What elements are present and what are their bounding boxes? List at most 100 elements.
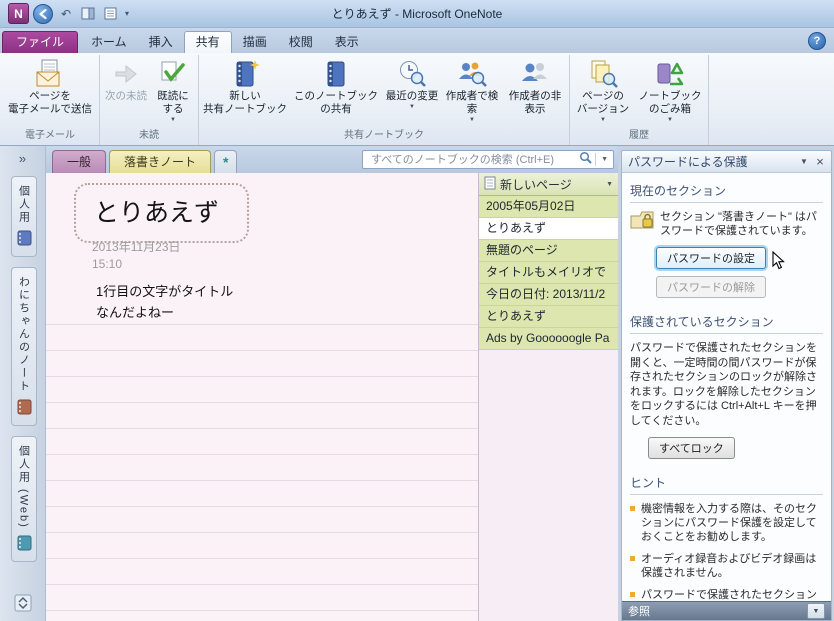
hint-item: 機密情報を入力する際は、そのセクションにパスワード保護を設定しておくことをお勧め… <box>630 502 823 544</box>
remove-password-button[interactable]: パスワードの解除 <box>656 276 766 298</box>
find-by-author-button[interactable]: 作成者で検索 ▼ <box>441 55 503 129</box>
body-line: 1行目の文字がタイトル <box>96 284 234 299</box>
ribbon-group-shared-notebooks: 新しい 共有ノートブック このノートブック の共有 最近の変更 ▼ 作成者で検索… <box>199 55 570 145</box>
notebook-tab-label: 個人用 <box>17 185 30 224</box>
tab-file[interactable]: ファイル <box>2 31 79 53</box>
help-icon[interactable]: ? <box>808 32 826 50</box>
page-tab[interactable]: 無題のページ <box>479 240 618 262</box>
section-tab-general[interactable]: 一般 <box>52 150 107 173</box>
new-section-icon[interactable]: * <box>214 150 238 173</box>
ribbon-tab-bar: ファイル ホーム 挿入 共有 描画 校閲 表示 ? <box>0 28 834 53</box>
page-tabs-column: 新しいページ ▼ 2005年05月02日 とりあえず 無題のページ タイトルもメ… <box>478 173 618 621</box>
page-canvas[interactable]: とりあえず 2013年11月23日 15:10 1行目の文字がタイトル なんだよ… <box>46 173 478 621</box>
task-pane-title: パスワードによる保護 <box>628 155 748 169</box>
tab-share[interactable]: 共有 <box>183 31 232 53</box>
page-tab[interactable]: 今日の日付: 2013/11/2 <box>479 284 618 306</box>
page-tab[interactable]: Ads by Goooooogle Pa <box>479 328 618 350</box>
new-page-dropdown-icon[interactable]: ▼ <box>606 181 613 188</box>
button-label: 次の未読 <box>105 90 147 102</box>
tab-home[interactable]: ホーム <box>80 32 138 53</box>
qat-dropdown-icon[interactable]: ▾ <box>123 9 131 18</box>
search-scope-dropdown-icon[interactable]: ▼ <box>599 156 610 163</box>
tab-insert[interactable]: 挿入 <box>138 32 184 53</box>
button-label: ページの バージョン <box>576 90 630 115</box>
nav-resize-icon[interactable] <box>14 594 32 617</box>
protected-sections-header: 保護されているセクション <box>630 310 823 334</box>
scroll-down-icon[interactable]: ▼ <box>807 603 825 619</box>
current-section-status: セクション "落書きノート" はパスワードで保護されています。 <box>630 210 823 238</box>
share-notebook-icon <box>321 59 351 90</box>
bullet-icon <box>630 556 635 561</box>
pane-close-icon[interactable]: × <box>812 154 828 170</box>
dropdown-caret-icon: ▼ <box>600 117 606 123</box>
back-icon[interactable] <box>33 3 53 24</box>
send-page-by-email-button[interactable]: ページを 電子メールで送信 <box>3 55 97 129</box>
see-also-bar[interactable]: 参照 ▼ <box>622 601 831 620</box>
ribbon-group-unread: 次の未読 既読に する ▼ 未読 <box>100 55 199 145</box>
page-title[interactable]: とりあえず <box>74 183 250 243</box>
tab-review[interactable]: 校閲 <box>278 32 324 53</box>
hide-authors-button[interactable]: 作成者の非表示 <box>503 55 567 129</box>
button-label: ページを 電子メールで送信 <box>8 90 92 115</box>
new-shared-notebook-button[interactable]: 新しい 共有ノートブック <box>201 55 289 129</box>
password-protection-pane: パスワードによる保護 ▼ × 現在のセクション セクション "落書きノート" は… <box>618 146 834 621</box>
tab-view[interactable]: 表示 <box>324 32 370 53</box>
recent-edits-button[interactable]: 最近の変更 ▼ <box>383 55 441 129</box>
group-label-shared-notebooks: 共有ノートブック <box>344 130 424 141</box>
page-tab[interactable]: 2005年05月02日 <box>479 196 618 218</box>
rule-lines <box>46 299 478 621</box>
notebook-nav-strip: » 個人用 わにちゃんのノート 個人用 (Web) <box>0 146 46 621</box>
password-buttons: パスワードの設定 パスワードの解除 <box>656 247 823 298</box>
dropdown-caret-icon: ▼ <box>409 104 415 110</box>
section-tab-rakugaki[interactable]: 落書きノート <box>109 150 212 173</box>
content-row: とりあえず 2013年11月23日 15:10 1行目の文字がタイトル なんだよ… <box>46 173 618 621</box>
page-tab-selected[interactable]: とりあえず <box>479 218 618 240</box>
notebook-recycle-bin-button[interactable]: ノートブック のごみ箱 ▼ <box>634 55 706 129</box>
recycle-bin-icon <box>655 59 685 90</box>
notebook-tab-personal-web[interactable]: 個人用 (Web) <box>10 436 37 562</box>
lock-all-button[interactable]: すべてロック <box>648 437 735 459</box>
hint-text: 機密情報を入力する際は、そのセクションにパスワード保護を設定しておくことをお勧め… <box>641 503 817 543</box>
dock-to-desktop-icon[interactable] <box>79 5 97 22</box>
new-page-button[interactable]: 新しいページ ▼ <box>479 173 618 196</box>
pane-menu-icon[interactable]: ▼ <box>796 154 812 170</box>
tab-draw[interactable]: 描画 <box>232 32 278 53</box>
new-page-label: 新しいページ <box>500 177 572 192</box>
task-pane-header: パスワードによる保護 ▼ × <box>621 150 832 173</box>
dropdown-caret-icon: ▼ <box>667 117 673 123</box>
set-password-button[interactable]: パスワードの設定 <box>656 247 766 269</box>
next-unread-button[interactable]: 次の未読 <box>102 55 150 129</box>
button-label: 作成者で検索 <box>445 90 499 115</box>
page-tab[interactable]: タイトルもメイリオで <box>479 262 618 284</box>
undo-icon[interactable]: ↶ <box>57 5 75 22</box>
current-section-text: セクション "落書きノート" はパスワードで保護されています。 <box>660 211 817 237</box>
bullet-icon <box>630 592 635 597</box>
body-line: なんだよねー <box>96 305 175 320</box>
dropdown-caret-icon: ▼ <box>170 117 176 123</box>
workspace: » 個人用 わにちゃんのノート 個人用 (Web) 一般 落書きノート * すべ… <box>0 146 834 621</box>
page-tab[interactable]: とりあえず <box>479 306 618 328</box>
notebook-tab-personal[interactable]: 個人用 <box>10 176 37 257</box>
button-label: このノートブック の共有 <box>294 90 378 115</box>
center-column: 一般 落書きノート * ▼ とりあえず 2 <box>46 146 618 621</box>
share-this-notebook-button[interactable]: このノートブック の共有 <box>289 55 383 129</box>
mouse-cursor <box>772 250 785 273</box>
notebook-icon <box>14 230 34 251</box>
button-label: 作成者の非表示 <box>508 90 562 115</box>
onenote-app-icon[interactable]: N <box>8 3 29 24</box>
search-input[interactable] <box>369 152 580 167</box>
page-time: 15:10 <box>92 257 123 271</box>
expand-nav-icon[interactable]: » <box>19 151 26 166</box>
section-tab-bar: 一般 落書きノート * ▼ <box>46 146 618 173</box>
group-label-email: 電子メール <box>25 130 75 141</box>
notebook-tab-wani[interactable]: わにちゃんのノート <box>10 267 37 426</box>
search-icon[interactable] <box>579 151 592 169</box>
mark-as-read-button[interactable]: 既読に する ▼ <box>150 55 196 129</box>
current-section-header: 現在のセクション <box>630 179 823 203</box>
notebook-icon <box>14 535 34 556</box>
button-label: 新しい 共有ノートブック <box>203 90 287 115</box>
page-versions-button[interactable]: ページの バージョン ▼ <box>572 55 634 129</box>
protected-sections-text: パスワードで保護されたセクションを開くと、一定時間の間パスワードが保存されたセク… <box>630 342 817 427</box>
full-page-view-icon[interactable] <box>101 5 119 22</box>
page-body-text[interactable]: 1行目の文字がタイトル なんだよねー <box>96 281 233 323</box>
